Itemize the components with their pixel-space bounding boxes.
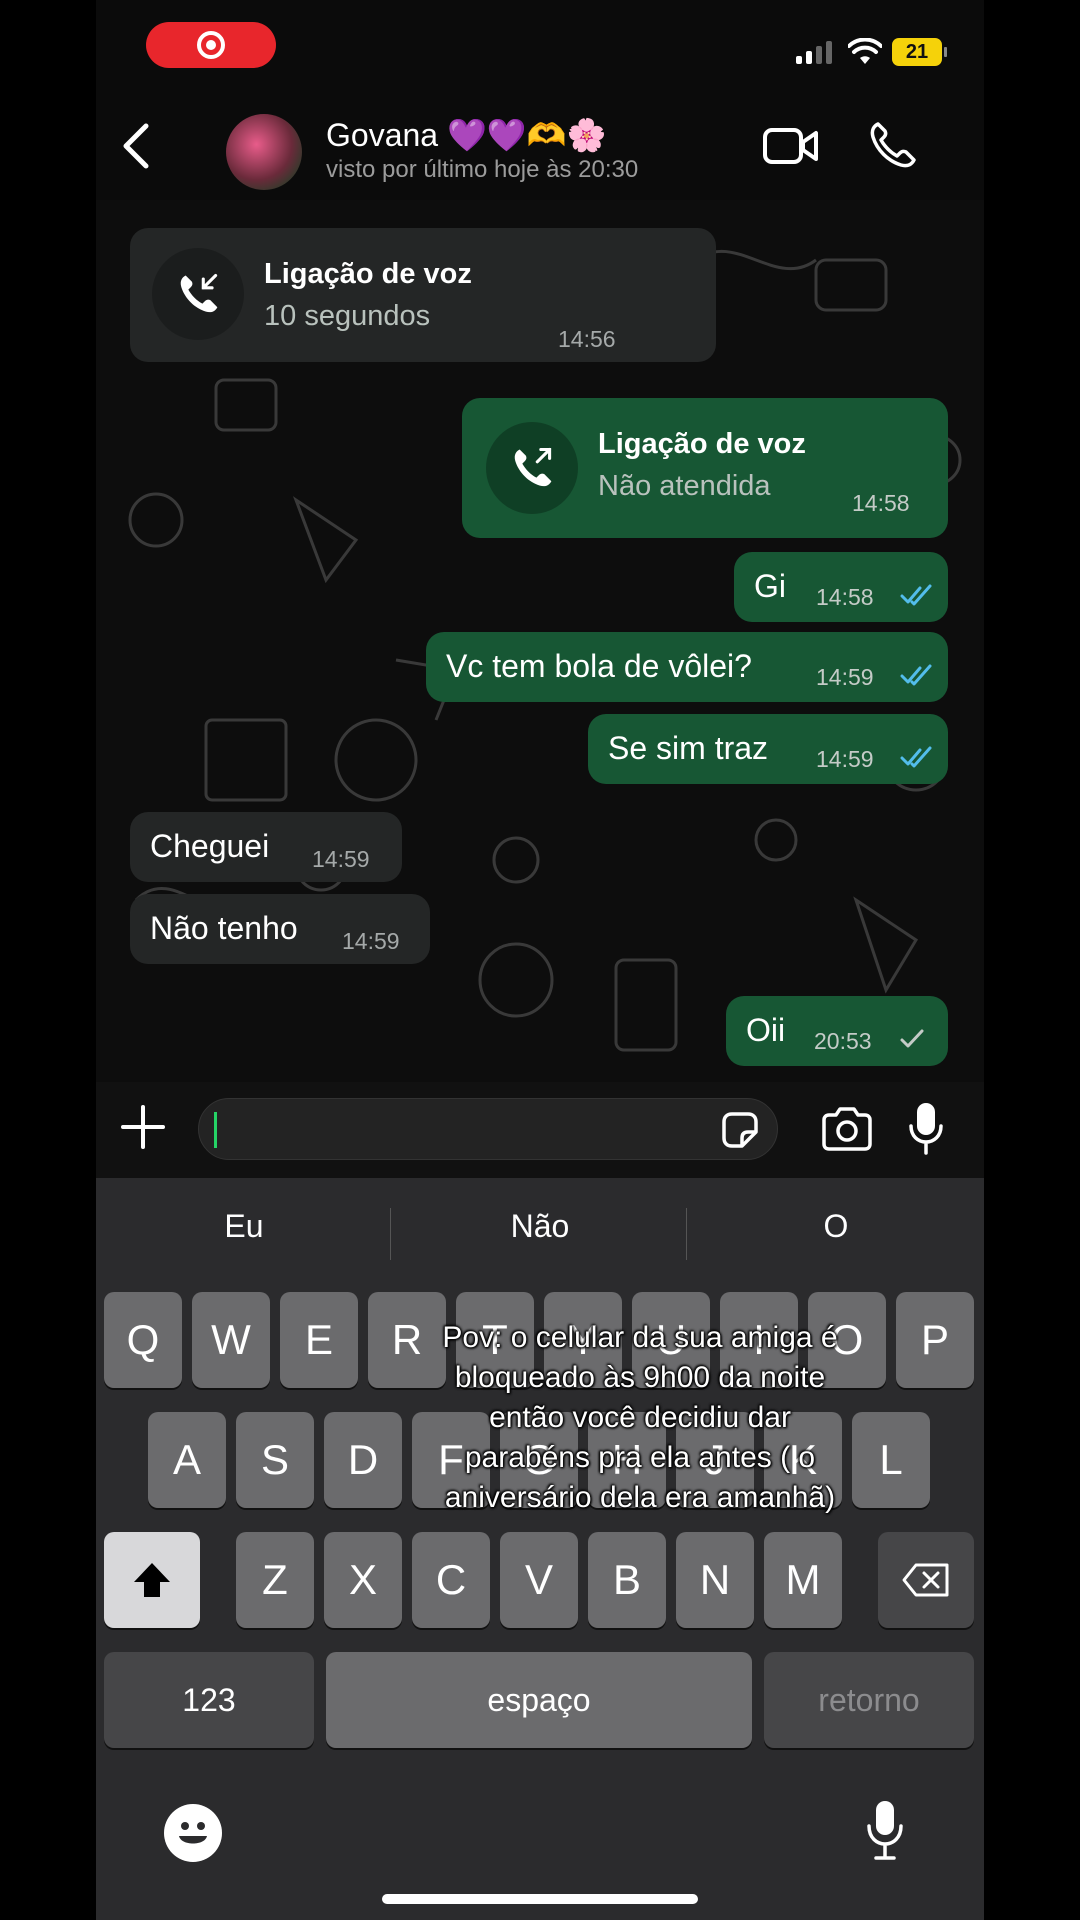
video-caption-overlay: Pov: o celular da sua amiga é bloqueado …: [442, 1321, 838, 1514]
read-receipt-icon: [900, 584, 932, 606]
incoming-call-message[interactable]: Ligação de voz 10 segundos 14:56: [130, 228, 716, 362]
suggestion-item[interactable]: Eu: [96, 1208, 392, 1245]
last-seen-status: visto por último hoje às 20:30: [326, 156, 639, 183]
return-key[interactable]: retorno: [764, 1652, 974, 1748]
battery-level: 21: [905, 40, 929, 63]
outgoing-message[interactable]: Se sim traz 14:59: [588, 714, 948, 784]
message-time: 20:53: [814, 1028, 872, 1054]
contact-avatar[interactable]: [226, 114, 302, 190]
message-time: 14:59: [816, 746, 874, 772]
outgoing-call-message[interactable]: Ligação de voz Não atendida 14:58: [462, 398, 948, 538]
backspace-key[interactable]: [878, 1532, 974, 1628]
key[interactable]: Z: [236, 1532, 314, 1628]
message-text: Cheguei: [150, 828, 270, 864]
message-input[interactable]: [198, 1098, 778, 1160]
message-time: 14:59: [816, 664, 874, 690]
message-time: 14:59: [312, 846, 370, 872]
call-icon-badge: [486, 422, 578, 514]
message-text: Gi: [754, 568, 786, 604]
message-text: Se sim traz: [608, 730, 769, 766]
phone-screen: 21 Govana 💜💜🫶🌸 visto por último hoje às …: [96, 0, 984, 1920]
message-time: 14:58: [852, 490, 910, 516]
message-text: Vc tem bola de vôlei?: [446, 648, 752, 684]
message-text: Não tenho: [150, 910, 298, 946]
sticker-icon[interactable]: [718, 1108, 762, 1152]
key[interactable]: C: [412, 1532, 490, 1628]
attach-plus-icon[interactable]: [120, 1104, 166, 1150]
call-title: Ligação de voz: [598, 428, 806, 460]
outgoing-message[interactable]: Gi 14:58: [734, 552, 948, 622]
key[interactable]: X: [324, 1532, 402, 1628]
outgoing-call-icon: [514, 447, 552, 487]
incoming-call-icon: [180, 273, 218, 313]
key[interactable]: E: [280, 1292, 358, 1388]
message-time: 14:56: [558, 326, 616, 352]
key[interactable]: N: [676, 1532, 754, 1628]
incoming-message[interactable]: Não tenho 14:59: [130, 894, 430, 964]
key[interactable]: P: [896, 1292, 974, 1388]
suggestion-item[interactable]: O: [688, 1208, 984, 1245]
read-receipt-icon: [900, 746, 932, 768]
message-time: 14:58: [816, 584, 874, 610]
key[interactable]: A: [148, 1412, 226, 1508]
call-duration: 10 segundos: [264, 300, 431, 332]
camera-icon[interactable]: [820, 1106, 874, 1152]
record-icon: [197, 31, 225, 59]
text-cursor: [214, 1112, 217, 1148]
outgoing-message[interactable]: Oii 20:53: [726, 996, 948, 1066]
chat-header: Govana 💜💜🫶🌸 visto por último hoje às 20:…: [96, 90, 984, 200]
key[interactable]: W: [192, 1292, 270, 1388]
key[interactable]: S: [236, 1412, 314, 1508]
voice-call-icon[interactable]: [868, 120, 916, 170]
suggestion-item[interactable]: Não: [392, 1208, 688, 1245]
key[interactable]: B: [588, 1532, 666, 1628]
message-time: 14:59: [342, 928, 400, 954]
call-missed-status: Não atendida: [598, 470, 771, 502]
key[interactable]: L: [852, 1412, 930, 1508]
outgoing-message[interactable]: Vc tem bola de vôlei? 14:59: [426, 632, 948, 702]
message-composer: [96, 1082, 984, 1178]
dictation-microphone-icon[interactable]: [864, 1798, 906, 1862]
call-title: Ligação de voz: [264, 258, 472, 290]
video-call-icon[interactable]: [762, 122, 820, 170]
suggestion-divider: [686, 1208, 687, 1260]
read-receipt-icon: [900, 664, 932, 686]
keyboard: Eu Não O Q W E R T Y U I O P A S D F G H…: [96, 1178, 984, 1920]
suggestion-divider: [390, 1208, 391, 1260]
call-icon-badge: [152, 248, 244, 340]
shift-arrow-icon: [134, 1563, 170, 1597]
wifi-icon: [848, 38, 882, 64]
microphone-icon[interactable]: [906, 1100, 946, 1156]
key[interactable]: Q: [104, 1292, 182, 1388]
contact-name[interactable]: Govana 💜💜🫶🌸: [326, 116, 606, 154]
key[interactable]: V: [500, 1532, 578, 1628]
space-key[interactable]: espaço: [326, 1652, 752, 1748]
backspace-icon: [902, 1563, 949, 1597]
screen-recording-indicator[interactable]: [146, 22, 276, 68]
battery-icon: 21: [892, 38, 947, 66]
emoji-icon[interactable]: [164, 1804, 222, 1862]
key[interactable]: M: [764, 1532, 842, 1628]
status-bar: 21: [96, 0, 984, 90]
back-arrow-icon[interactable]: [114, 120, 162, 172]
shift-key[interactable]: [104, 1532, 200, 1628]
incoming-message[interactable]: Cheguei 14:59: [130, 812, 402, 882]
chat-area[interactable]: Ligação de voz 10 segundos 14:56 Ligação…: [96, 200, 984, 1082]
key[interactable]: D: [324, 1412, 402, 1508]
home-indicator[interactable]: [382, 1894, 698, 1904]
numbers-key[interactable]: 123: [104, 1652, 314, 1748]
predictive-bar: Eu Não O: [96, 1178, 984, 1288]
cellular-signal-icon: [796, 40, 832, 64]
message-text: Oii: [746, 1012, 786, 1048]
sent-check-icon: [900, 1029, 924, 1048]
